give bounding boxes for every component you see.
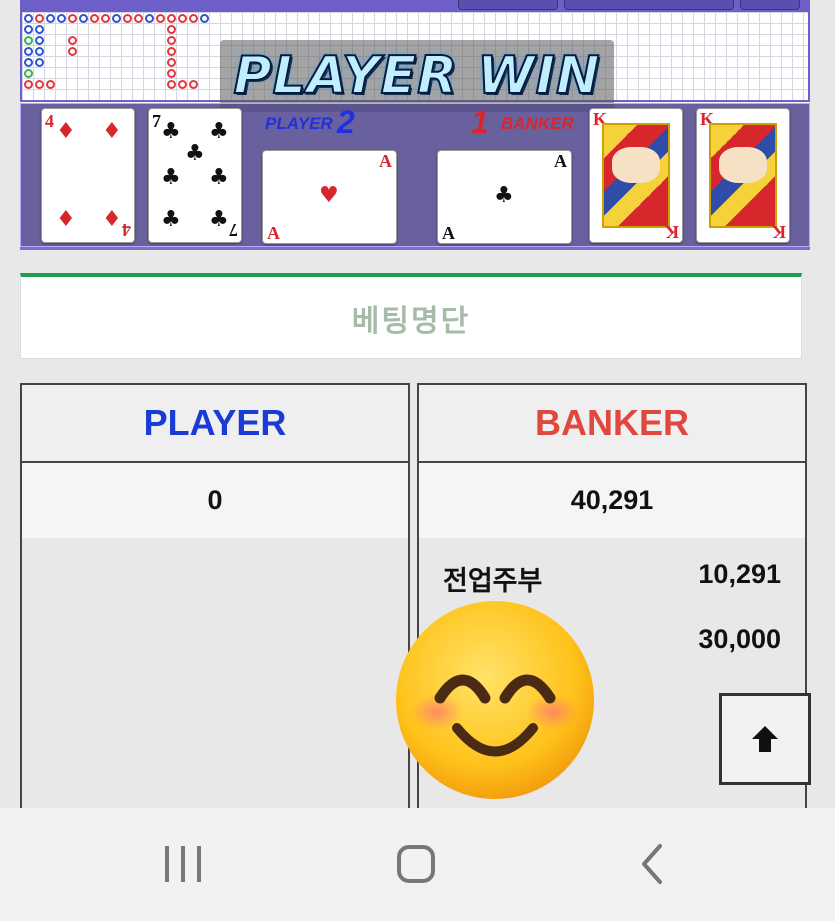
bet-amount: 10,291 — [698, 559, 781, 589]
player-card-2: 7 ♣ ♣ ♣ ♣ ♣ ♣ ♣ 7 — [148, 108, 242, 243]
king-face-icon — [602, 123, 670, 228]
back-icon — [642, 844, 662, 884]
top-bar-tab[interactable] — [458, 0, 558, 10]
banker-card-2: K K — [696, 108, 790, 243]
player-score: 2 — [337, 104, 355, 140]
android-navigation-bar — [0, 808, 835, 921]
scoreboard-roadmap: PLAYER WIN — [20, 10, 810, 112]
arrow-up-icon — [752, 726, 778, 752]
baccarat-game-view: PLAYER WIN 4 ♦ ♦ ♦ ♦ 4 7 ♣ ♣ ♣ ♣ ♣ ♣ ♣ 7… — [20, 0, 810, 250]
recent-apps-button[interactable] — [143, 838, 223, 890]
player-card-3: A ♥ A — [262, 150, 397, 244]
player-label: PLAYER — [265, 114, 333, 133]
banker-total: 40,291 — [419, 463, 805, 538]
home-button[interactable] — [376, 838, 456, 890]
scroll-to-top-button[interactable] — [719, 693, 811, 785]
bet-row: 전업주부 10,291 — [443, 559, 781, 598]
back-button[interactable] — [611, 838, 691, 890]
banker-card-1: K K — [589, 108, 683, 243]
banker-column-header: BANKER — [419, 385, 805, 463]
bet-amount: 30,000 — [698, 624, 781, 654]
bettor-name: 전업주부 — [443, 566, 543, 596]
banker-score: 1 — [471, 104, 489, 140]
game-top-bar — [20, 0, 810, 10]
betting-list-title: 베팅명단 — [351, 303, 471, 339]
result-banner: PLAYER WIN — [220, 40, 614, 112]
betting-list-header: 베팅명단 — [20, 273, 802, 359]
player-total: 0 — [22, 463, 408, 538]
player-column-header: PLAYER — [22, 385, 408, 463]
top-bar-tab[interactable] — [564, 0, 734, 10]
player-card-1: 4 ♦ ♦ ♦ ♦ 4 — [41, 108, 135, 243]
banker-label: BANKER — [501, 114, 574, 133]
smiling-face-emoji-icon — [396, 601, 594, 799]
card-tray: 4 ♦ ♦ ♦ ♦ 4 7 ♣ ♣ ♣ ♣ ♣ ♣ ♣ 7 PLAYER 2 A… — [20, 103, 810, 247]
player-bets-column: PLAYER 0 — [20, 383, 410, 823]
result-banner-text: PLAYER WIN — [232, 45, 601, 107]
banker-card-3: A ♣ A — [437, 150, 572, 244]
recent-apps-icon — [165, 846, 201, 882]
king-face-icon — [709, 123, 777, 228]
top-bar-tab[interactable] — [740, 0, 800, 10]
home-icon — [397, 845, 435, 883]
